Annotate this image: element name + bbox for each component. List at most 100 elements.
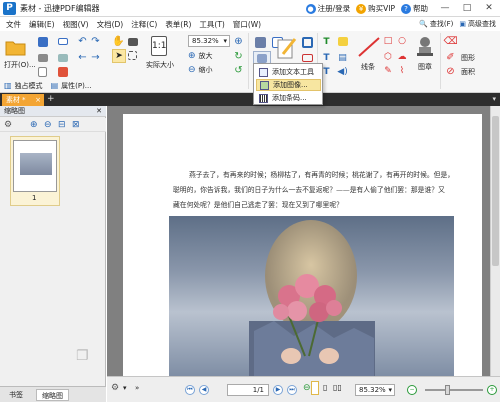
- menu-document[interactable]: 文档(D): [97, 19, 124, 30]
- properties-button[interactable]: 属性(P)...: [61, 81, 91, 91]
- vertical-scrollbar[interactable]: [490, 106, 500, 376]
- hand-tool-button[interactable]: ✋: [112, 35, 125, 48]
- shape-rect-button[interactable]: □: [382, 35, 394, 47]
- page-number-field[interactable]: 1/1: [227, 384, 269, 396]
- close-button[interactable]: ✕: [478, 0, 500, 17]
- forward-button[interactable]: →: [89, 51, 102, 64]
- eraser-button[interactable]: ⌫: [443, 35, 457, 48]
- tab-thumbnails[interactable]: 缩略图: [36, 389, 69, 401]
- prev-page-button[interactable]: ◀: [199, 385, 209, 395]
- single-page-view-icon[interactable]: [311, 381, 319, 395]
- audio-button[interactable]: ◀): [336, 65, 349, 78]
- exclusive-mode-button[interactable]: 独占模式: [15, 81, 43, 91]
- text-select-button[interactable]: [126, 49, 139, 62]
- crop-button[interactable]: [300, 35, 314, 49]
- enlarge-thumb-icon[interactable]: ⊕: [30, 120, 38, 130]
- settings-gear-icon[interactable]: ⚙: [111, 383, 119, 393]
- next-page-button[interactable]: ▶: [273, 385, 283, 395]
- pencil-button[interactable]: ✎: [382, 65, 394, 77]
- thumbnail-photo: [20, 153, 52, 175]
- tab-close-icon[interactable]: ×: [35, 94, 41, 106]
- actual-size-button[interactable]: 1:1: [150, 35, 168, 57]
- login-button[interactable]: ● 注册/登录: [305, 3, 350, 14]
- rotate-cw-button[interactable]: ↻: [232, 50, 245, 63]
- zoom-slider-knob[interactable]: [445, 385, 450, 395]
- buy-vip-button[interactable]: ¥ 购买VIP: [356, 3, 395, 14]
- line-tool-button[interactable]: [356, 35, 382, 59]
- scan-button[interactable]: [56, 51, 69, 64]
- settings-chevron-icon[interactable]: ▾: [123, 384, 127, 392]
- status-zoom-select[interactable]: 85.32% ▾: [355, 384, 395, 396]
- shape-cloud-button[interactable]: ☁: [396, 51, 408, 63]
- add-text-tool-item[interactable]: 添加文本工具: [256, 66, 321, 78]
- print-button[interactable]: [36, 51, 49, 64]
- minimize-button[interactable]: —: [434, 0, 456, 17]
- zoom-search-button[interactable]: ⊕: [232, 35, 245, 48]
- zoom-out-status-button[interactable]: −: [407, 385, 417, 395]
- menu-comment[interactable]: 注释(C): [131, 19, 157, 30]
- continuous-view-icon[interactable]: ▯: [323, 383, 327, 392]
- menu-edit[interactable]: 编辑(E): [29, 19, 55, 30]
- zoom-in-status-button[interactable]: +: [487, 385, 497, 395]
- back-view-icon[interactable]: ⊖: [303, 383, 311, 393]
- advanced-search-button[interactable]: ▣ 高级查找: [459, 19, 496, 29]
- separator: [440, 33, 441, 89]
- last-page-button[interactable]: ⏭: [287, 385, 297, 395]
- menu-file[interactable]: 文件: [6, 19, 21, 30]
- menu-view[interactable]: 视图(V): [63, 19, 89, 30]
- save-button[interactable]: [36, 35, 49, 48]
- shape-polygon-button[interactable]: ⬡: [382, 51, 394, 63]
- zoom-select[interactable]: 85.32% ▾: [188, 35, 230, 47]
- typewriter-button[interactable]: [274, 35, 298, 61]
- document-view: 燕子去了，有再来的时候；杨柳枯了，有再青的时候；桃花谢了，有再开的时候。但是， …: [107, 106, 490, 376]
- page-thumbnail[interactable]: [13, 140, 57, 192]
- back-button[interactable]: ←: [76, 51, 89, 64]
- text-tool-icon: [259, 67, 268, 77]
- select-tool-button[interactable]: ➤: [112, 49, 126, 63]
- shape-ellipse-button[interactable]: ○: [396, 35, 408, 47]
- add-barcode-item[interactable]: 添加条码...: [256, 92, 321, 104]
- export-button[interactable]: [56, 65, 69, 78]
- note-button[interactable]: [336, 35, 349, 48]
- menu-window[interactable]: 窗口(W): [233, 19, 261, 30]
- stamp-button[interactable]: [414, 35, 436, 59]
- collapse-icon[interactable]: »: [135, 384, 139, 392]
- zoom-out-label: 缩小: [198, 66, 213, 74]
- delete-button[interactable]: ⊘: [444, 65, 457, 78]
- panel-close-icon[interactable]: ✕: [96, 107, 102, 115]
- measure-button[interactable]: ✐: [444, 51, 457, 64]
- document-photo[interactable]: [169, 216, 454, 376]
- two-page-view-icon[interactable]: ▯▯: [333, 383, 342, 392]
- shape-label-c[interactable]: 面积: [461, 67, 475, 77]
- add-image-item[interactable]: 添加图像...: [256, 79, 321, 91]
- rotate-ccw-button[interactable]: ↺: [232, 64, 245, 77]
- callout-button[interactable]: ▤: [336, 51, 349, 64]
- tab-list-icon[interactable]: ▾: [492, 93, 496, 106]
- help-button[interactable]: ? 帮助: [401, 3, 428, 14]
- pdf-page[interactable]: 燕子去了，有再来的时候；杨柳枯了，有再青的时候；桃花谢了，有再开的时候。但是， …: [123, 114, 482, 376]
- redo-button[interactable]: ↷: [89, 35, 102, 48]
- text-highlight-button[interactable]: T: [320, 35, 333, 48]
- fit-thumb-icon[interactable]: ⊟: [58, 120, 66, 130]
- menu-tools[interactable]: 工具(T): [199, 19, 224, 30]
- open-button[interactable]: [5, 37, 27, 57]
- tab-document[interactable]: 素材 * ×: [2, 94, 44, 106]
- tab-bookmarks[interactable]: 书签: [4, 389, 28, 401]
- shrink-thumb-icon[interactable]: ⊖: [44, 120, 52, 130]
- new-button[interactable]: [36, 65, 49, 78]
- scrollbar-thumb[interactable]: [492, 116, 499, 266]
- snapshot-button[interactable]: [126, 35, 139, 48]
- edit-content-button[interactable]: [253, 35, 267, 49]
- mail-button[interactable]: [56, 35, 69, 48]
- maximize-button[interactable]: □: [456, 0, 478, 17]
- undo-button[interactable]: ↶: [76, 35, 89, 48]
- first-page-button[interactable]: ⏮: [185, 385, 195, 395]
- find-button[interactable]: 🔍 查找(F): [419, 19, 453, 29]
- shape-label-b[interactable]: 图形: [461, 53, 475, 63]
- add-tab-icon[interactable]: +: [47, 93, 55, 106]
- menu-form[interactable]: 表单(R): [165, 19, 191, 30]
- polyline-button[interactable]: ⌇: [396, 65, 408, 77]
- delete-page-icon[interactable]: ⊠: [72, 120, 80, 130]
- options-gear-icon[interactable]: ⚙: [4, 120, 12, 130]
- zoom-slider[interactable]: [425, 389, 483, 391]
